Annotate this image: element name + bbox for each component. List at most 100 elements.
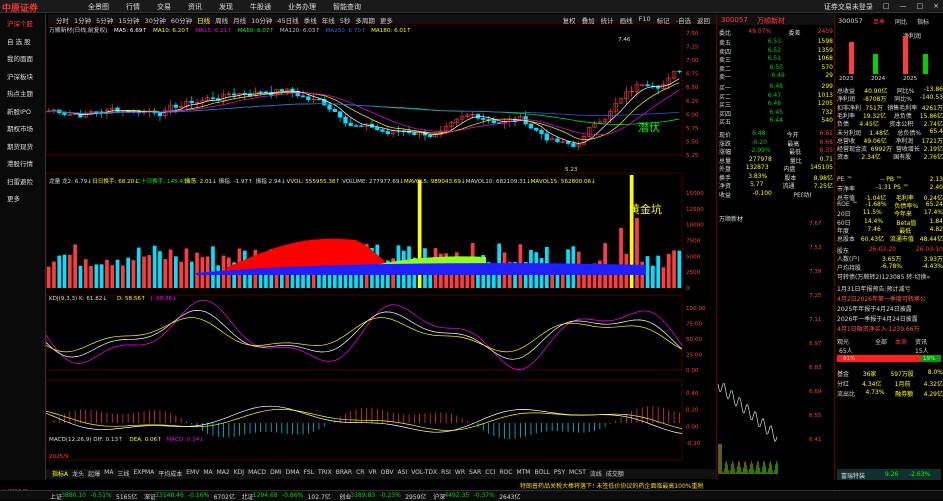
menu-item[interactable]: 资讯 bbox=[188, 2, 202, 12]
menu-item[interactable]: 全景图 bbox=[88, 2, 109, 12]
mood-tab[interactable]: 资讯 bbox=[915, 337, 927, 346]
indicator-tab[interactable]: MA bbox=[104, 469, 113, 478]
indicator-tab[interactable]: 指标A bbox=[52, 469, 68, 478]
sidebar-item[interactable]: 自 选 股 bbox=[7, 36, 31, 46]
minute-chart[interactable] bbox=[717, 224, 807, 474]
fin-tab[interactable]: 指标 bbox=[917, 17, 929, 26]
indicator-tab[interactable]: 平均成本 bbox=[158, 469, 182, 478]
period-tab[interactable]: 分时 bbox=[56, 15, 69, 25]
index-quote[interactable]: -0.23% bbox=[380, 492, 401, 499]
index-quote[interactable]: 4492.35 bbox=[444, 492, 469, 499]
indicator-tab[interactable]: 成交额 bbox=[606, 469, 624, 478]
indicator-tab[interactable]: EXPMA bbox=[133, 469, 154, 478]
trade-login-link[interactable]: 证券交易未登录 bbox=[824, 2, 873, 12]
tool-button[interactable]: 统计 bbox=[601, 15, 614, 25]
menu-item[interactable]: 业务办理 bbox=[288, 2, 316, 12]
period-tab[interactable]: 15分钟 bbox=[118, 15, 139, 25]
indicator-tab[interactable]: 三线 bbox=[117, 469, 129, 478]
indicator-tab[interactable]: MA bbox=[203, 469, 212, 478]
news-item[interactable]: 2025年年报于4月24日披露 bbox=[837, 304, 912, 313]
mood-tab[interactable]: 本周 bbox=[895, 337, 907, 346]
sidebar-item[interactable]: 沪深板块 bbox=[7, 71, 33, 81]
index-quote[interactable]: 13148.46 bbox=[155, 492, 184, 499]
kline-chart-area[interactable]: 万顺新材(日线,前复权) MA5: 6.69↑ MA10: 6.20↑ MA15: 6… bbox=[46, 25, 716, 480]
sidebar-item[interactable]: 更多 bbox=[7, 193, 20, 203]
period-tab[interactable]: 10分钟 bbox=[251, 15, 272, 25]
sidebar-item[interactable]: 扫雷避险 bbox=[7, 176, 33, 186]
news-ticker[interactable]: 特朗普药品关税大棒将落下! 未签低价协议的药企面临最高100%重税 bbox=[0, 480, 943, 490]
news-text[interactable]: 特朗普药品关税大棒将落下! 未签低价协议的药企面临最高100%重税 bbox=[520, 481, 703, 490]
index-quote[interactable]: -0.37% bbox=[474, 492, 495, 499]
indicator-tab[interactable]: VOL-TDX bbox=[411, 469, 437, 478]
index-quote[interactable]: -0.86% bbox=[282, 492, 303, 499]
indicator-tab[interactable]: KDJ bbox=[234, 469, 244, 478]
window-button[interactable]: □ bbox=[883, 2, 890, 12]
hot-stock[interactable]: 富瑞特装 9.26 -2.63% bbox=[837, 469, 941, 480]
news-item[interactable]: 4月2日2026年第一季度可转换公 bbox=[837, 294, 926, 303]
indicator-tab[interactable]: DMA bbox=[286, 469, 300, 478]
menu-item[interactable]: 发现 bbox=[219, 2, 233, 12]
menu-item[interactable]: 行情 bbox=[126, 2, 140, 12]
indicator-tab[interactable]: MTM bbox=[516, 469, 530, 478]
period-tab[interactable]: 更多 bbox=[380, 15, 393, 25]
bid-row[interactable]: 买五 6.44 540 bbox=[719, 117, 833, 126]
mood-tab[interactable]: 全部 bbox=[875, 337, 887, 346]
indicator-tab[interactable]: WR bbox=[455, 469, 465, 478]
news-item[interactable]: 1月31日年报预告:预计减亏 bbox=[837, 284, 910, 293]
period-tab[interactable]: 5分钟 bbox=[96, 15, 113, 25]
convertible-link[interactable]: 可转债(万顺转2)123085 转-切换» bbox=[837, 272, 930, 281]
indicator-tab[interactable]: ROC bbox=[499, 469, 512, 478]
indicator-tab[interactable]: OBV bbox=[381, 469, 394, 478]
period-tab[interactable]: 45日线 bbox=[277, 15, 298, 25]
indicator-tab[interactable]: DMI bbox=[270, 469, 282, 478]
period-tab[interactable]: 30分钟 bbox=[145, 15, 166, 25]
news-item[interactable]: 4月1日融资净买入-1239.66万 bbox=[837, 324, 920, 333]
sidebar-item[interactable]: 期权市场 bbox=[7, 123, 33, 133]
window-button[interactable]: × bbox=[933, 2, 939, 12]
tool-button[interactable]: -自选 bbox=[676, 15, 691, 25]
index-quote[interactable]: 3880.10 bbox=[61, 492, 86, 499]
fin-tab[interactable]: 单季 bbox=[873, 17, 885, 26]
indicator-tab[interactable]: TRIX bbox=[318, 469, 332, 478]
sidebar-item[interactable]: 沪深个股 bbox=[7, 18, 33, 28]
indicator-tab[interactable]: BRAR bbox=[336, 469, 352, 478]
window-button[interactable]: — bbox=[900, 2, 907, 12]
indicator-tab[interactable]: CR bbox=[356, 469, 364, 478]
window-button[interactable]: □ bbox=[917, 2, 924, 12]
tool-button[interactable]: 复权 bbox=[563, 15, 576, 25]
index-quote[interactable]: 1294.68 bbox=[253, 492, 278, 499]
period-tab[interactable]: 周线 bbox=[215, 15, 228, 25]
period-tab[interactable]: 60分钟 bbox=[171, 15, 192, 25]
period-tab[interactable]: 月线 bbox=[233, 15, 246, 25]
indicator-tab[interactable]: FSL bbox=[304, 469, 315, 478]
tool-button[interactable]: 画线 bbox=[620, 15, 633, 25]
sidebar-item[interactable]: 热点主题 bbox=[7, 88, 33, 98]
indicator-tab[interactable]: SAR bbox=[469, 469, 481, 478]
menu-item[interactable]: 牛股通 bbox=[250, 2, 271, 12]
index-quote[interactable]: -0.16% bbox=[188, 492, 209, 499]
sidebar-item[interactable]: 我的面面 bbox=[7, 53, 33, 63]
menu-item[interactable]: 智能查询 bbox=[333, 2, 361, 12]
indicator-tab[interactable]: VR bbox=[368, 469, 376, 478]
indicator-tab[interactable]: PSY bbox=[554, 469, 565, 478]
indicator-tab[interactable]: RSI bbox=[441, 469, 451, 478]
fin-tab[interactable]: 同比 bbox=[895, 17, 907, 26]
period-tab[interactable]: 日线 bbox=[197, 15, 210, 25]
period-tab[interactable]: 季线 bbox=[304, 15, 317, 25]
period-tab[interactable]: 1分钟 bbox=[74, 15, 91, 25]
news-item[interactable]: 2026年一季报于4月24日披露 bbox=[837, 314, 918, 323]
indicator-tab[interactable]: EMV bbox=[186, 469, 199, 478]
indicator-tab[interactable]: BOLL bbox=[535, 469, 550, 478]
period-tab[interactable]: 多周期 bbox=[355, 15, 375, 25]
indicator-tab[interactable]: 起爆 bbox=[88, 469, 100, 478]
sidebar-item[interactable]: 期货现货 bbox=[7, 141, 33, 151]
indicator-tab[interactable]: MCST bbox=[569, 469, 586, 478]
sidebar-item[interactable]: 港股行情 bbox=[7, 158, 33, 168]
index-quote[interactable]: 3189.83 bbox=[350, 492, 375, 499]
period-tab[interactable]: 5秒 bbox=[340, 15, 351, 25]
ask-row[interactable]: 卖一 6.49 29 bbox=[719, 72, 833, 81]
menu-item[interactable]: 交易 bbox=[157, 2, 171, 12]
period-tab[interactable]: 年线 bbox=[322, 15, 335, 25]
indicator-tab[interactable]: 龙头 bbox=[72, 469, 84, 478]
sidebar-item[interactable]: 新股IPO bbox=[7, 106, 31, 116]
